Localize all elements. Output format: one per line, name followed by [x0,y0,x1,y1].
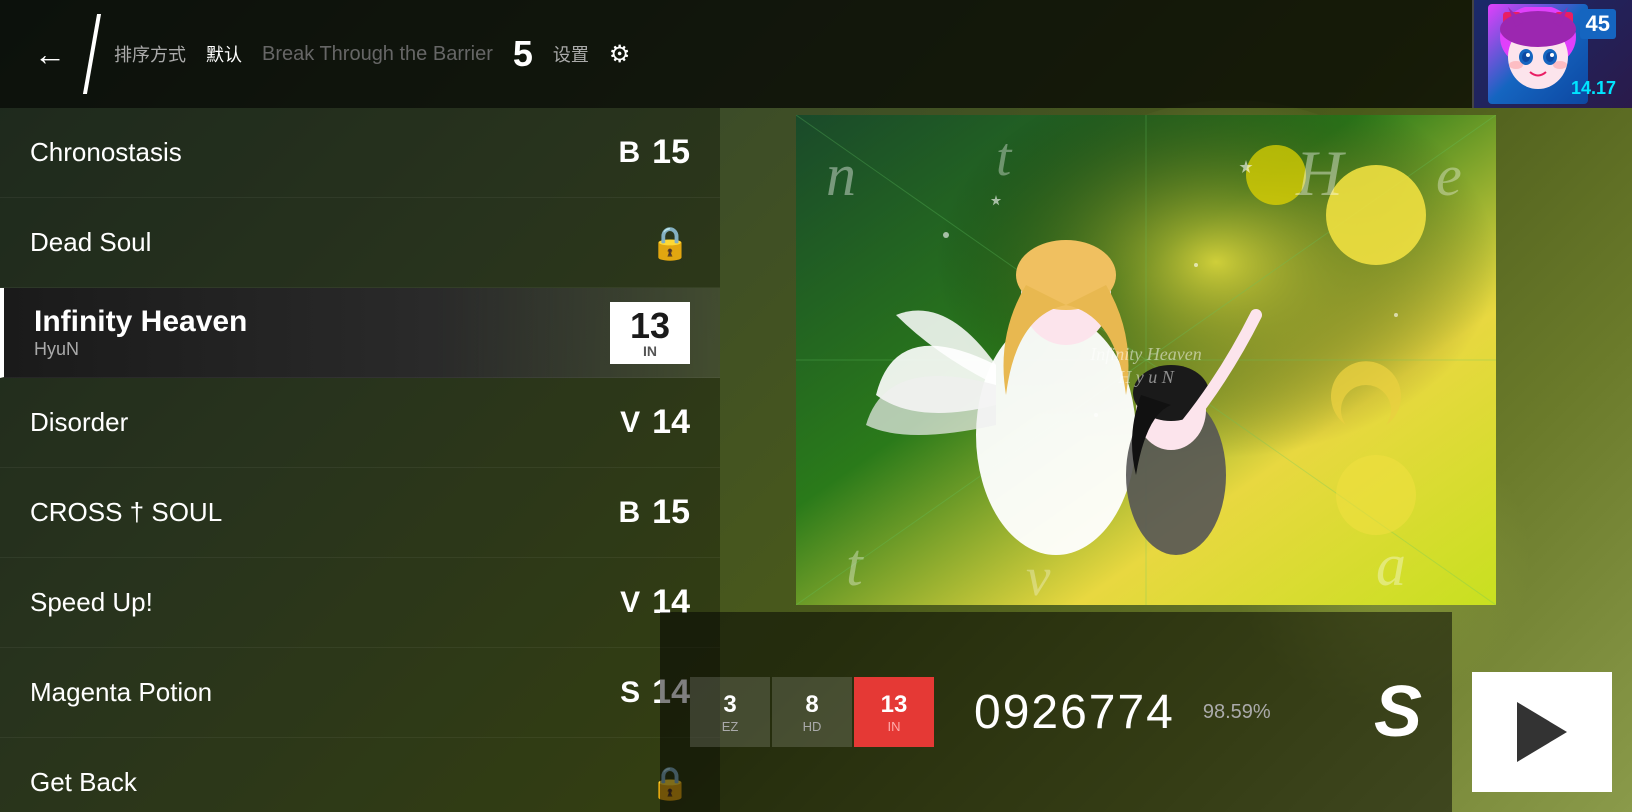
album-area: n t H e t v a Infinity Heaven H y u N [660,108,1632,612]
svg-text:t: t [846,532,864,598]
svg-text:Infinity Heaven: Infinity Heaven [1089,344,1201,364]
diff-tab-num-0: 3 [723,691,736,719]
top-bar: ← 排序方式 默认 Break Through the Barrier 5 设置… [0,0,1632,108]
song-title-0: Chronostasis [30,137,619,168]
sort-label: 排序方式 [114,41,186,67]
svg-text:a: a [1376,532,1406,598]
settings-icon[interactable]: ⚙ [609,40,631,69]
rating-badge: 14.17 [1571,78,1616,99]
diff-tab-label-0: EZ [722,719,739,734]
avatar-area: 45 14.17 [1472,0,1632,108]
song-title-6: Magenta Potion [30,677,620,708]
diff-tab-ez[interactable]: 3EZ [690,677,770,747]
diff-letter-0: B [619,136,641,170]
diff-badge-0: B 15 [619,133,691,172]
song-title-1: Dead Soul [30,227,650,258]
svg-text:t: t [996,126,1013,187]
play-button[interactable] [1472,672,1612,792]
song-title-4: CROSS † SOUL [30,497,619,528]
sort-value[interactable]: 默认 [206,41,242,67]
top-bar-controls: 排序方式 默认 Break Through the Barrier 5 设置 ⚙ [114,33,630,75]
diff-tab-num-2: 13 [881,691,908,719]
song-item-2[interactable]: Infinity HeavenHyuN13IN [0,288,720,378]
diff-tab-hd[interactable]: 8HD [772,677,852,747]
score-area: 3EZ8HD13IN 0926774 98.59% S [660,612,1452,812]
level-badge: 45 [1580,9,1616,39]
song-item-4[interactable]: CROSS † SOULB 15 [0,468,720,558]
svg-text:v: v [1026,546,1051,605]
back-button[interactable]: ← [20,24,80,84]
divider [83,14,101,94]
diff-letter-5: V [620,586,640,620]
diff-tab-label-2: IN [888,719,901,734]
song-title-7: Get Back [30,767,650,798]
song-item-5[interactable]: Speed Up!V14 [0,558,720,648]
svg-text:H y u N: H y u N [1117,367,1174,387]
diff-num-3: 14 [652,403,690,442]
filter-count: 5 [513,33,533,75]
song-title-2: Infinity Heaven [34,305,247,338]
song-item-3[interactable]: DisorderV 14 [0,378,720,468]
difficulty-tabs: 3EZ8HD13IN [690,677,934,747]
diff-letter-3: V [620,406,640,440]
song-item-1[interactable]: Dead Soul🔒 [0,198,720,288]
song-title-5: Speed Up! [30,587,620,618]
song-hint: Break Through the Barrier [262,43,493,66]
diff-badge-3: V 14 [620,403,690,442]
score-number: 0926774 [974,685,1175,740]
diff-num-0: 15 [652,133,690,172]
svg-text:n: n [826,142,856,208]
diff-tab-label-1: HD [803,719,822,734]
svg-text:H: H [1295,138,1346,210]
diff-num-4: 15 [652,493,690,532]
svg-text:e: e [1436,143,1462,208]
song-list: ChronostasisB15Dead Soul🔒Infinity Heaven… [0,108,720,812]
play-icon [1517,702,1567,762]
song-item-6[interactable]: Magenta PotionS14 [0,648,720,738]
lock-icon-1: 🔒 [650,224,690,262]
song-item-0[interactable]: ChronostasisB 15 [0,108,720,198]
diff-letter-6: S [620,676,640,710]
score-rank: S [1374,671,1422,753]
score-percent: 98.59% [1203,701,1271,724]
song-title-3: Disorder [30,407,620,438]
settings-label: 设置 [553,41,589,67]
diff-box-2: 13IN [610,302,690,364]
diff-tab-num-1: 8 [805,691,818,719]
song-artist-2: HyuN [34,339,610,360]
album-art: n t H e t v a Infinity Heaven H y u N [796,115,1496,605]
song-item-7[interactable]: Get Back🔒 [0,738,720,812]
diff-tab-in[interactable]: 13IN [854,677,934,747]
diff-badge-4: B 15 [619,493,691,532]
diff-letter-4: B [619,496,641,530]
